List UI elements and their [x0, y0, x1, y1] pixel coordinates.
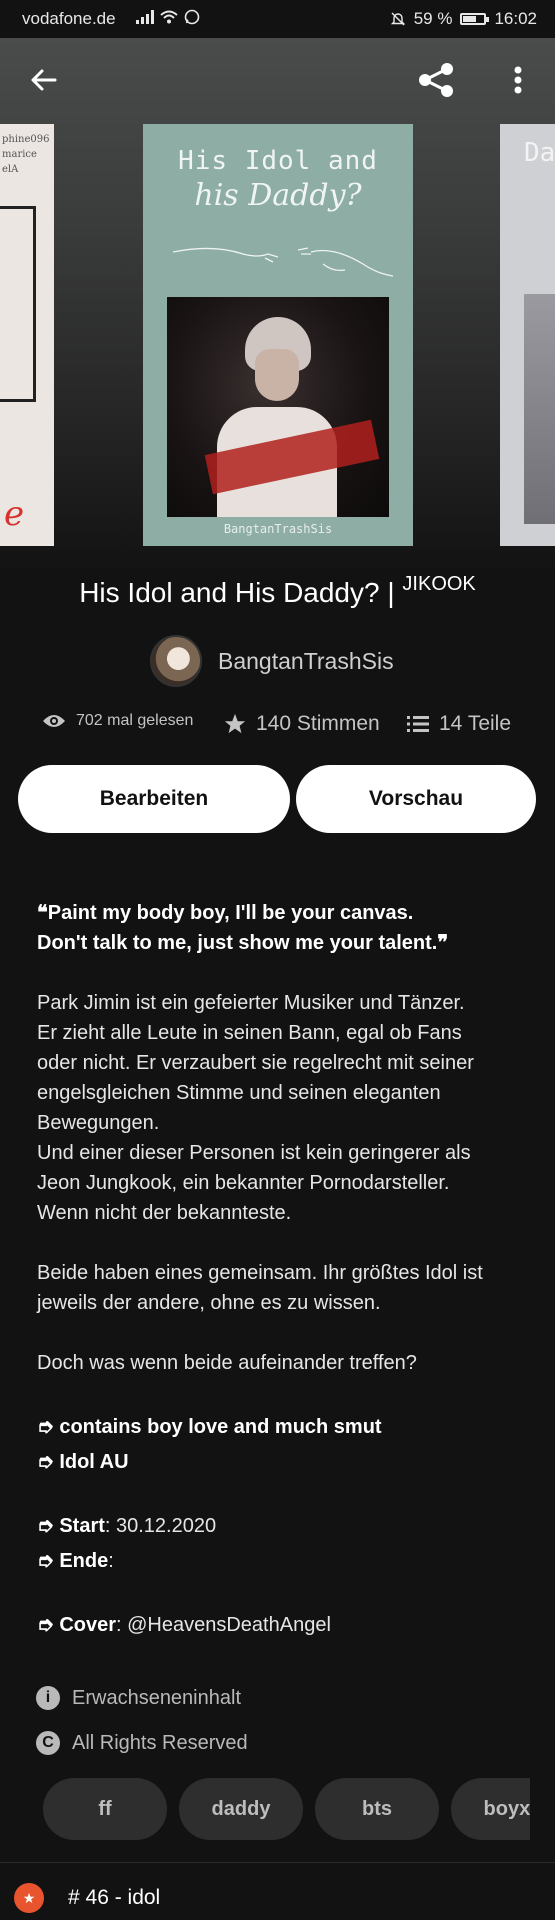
mature-content-label: i Erwachseneninhalt: [36, 1686, 241, 1710]
signal-icon: [136, 10, 154, 24]
tag-chip[interactable]: daddy: [179, 1778, 303, 1840]
wifi-icon: [160, 10, 178, 24]
cover-photo: [167, 297, 389, 517]
ranking-badge-icon: ★: [14, 1883, 44, 1913]
more-options-button[interactable]: [500, 60, 536, 100]
copyright-label: C All Rights Reserved: [36, 1731, 248, 1755]
info-icon: i: [36, 1686, 60, 1710]
parts-stat: 14 Teile: [407, 712, 511, 736]
preview-button[interactable]: Vorschau: [296, 765, 536, 833]
desc-line: engelsgleichen Stimme und seinen elegant…: [37, 1082, 441, 1104]
cover-next-photo: [524, 294, 555, 524]
votes-stat: 140 Stimmen: [224, 712, 380, 736]
eye-icon: [43, 715, 65, 727]
status-bar: vodafone.de 59 % 16:02: [0, 0, 555, 38]
ranking-text: # 46 - idol: [68, 1886, 161, 1909]
story-description: ❝Paint my body boy, I'll be your canvas.…: [37, 898, 527, 1640]
cover-previous-letter: e: [4, 494, 25, 534]
author-link[interactable]: BangtanTrashSis: [150, 635, 394, 687]
reads-stat: 702 mal gelesen: [42, 712, 193, 730]
quote-line-2: Don't talk to me, just show me your tale…: [37, 932, 449, 954]
cover-current[interactable]: His Idol and his Daddy? BangtanTrashSis: [143, 124, 413, 546]
desc-line: Doch was wenn beide aufeinander treffen?: [37, 1352, 417, 1374]
cover-title-line2: his Daddy?: [194, 178, 362, 213]
back-button[interactable]: [25, 62, 61, 98]
tag-chip[interactable]: ff: [43, 1778, 167, 1840]
cover-previous-text: phine096 marice elA: [2, 134, 50, 175]
desc-line: oder nicht. Er verzaubert sie regelrecht…: [37, 1052, 474, 1074]
share-icon: [419, 63, 453, 97]
author-name[interactable]: BangtanTrashSis: [218, 648, 394, 675]
copyright-icon: C: [36, 1731, 60, 1755]
tag-chip[interactable]: bts: [315, 1778, 439, 1840]
desc-line: Beide haben eines gemeinsam. Ihr größtes…: [37, 1262, 483, 1284]
arrow-left-icon: [31, 69, 57, 91]
story-title: His Idol and His Daddy? | JIKOOK: [79, 573, 476, 608]
clock: 16:02: [494, 9, 537, 28]
tag-list[interactable]: ff daddy bts boyxb: [0, 1778, 530, 1840]
desc-bullet: ➮ contains boy love and much smut: [37, 1416, 382, 1438]
tag-chip[interactable]: boyxb: [451, 1778, 530, 1840]
status-icons: [136, 9, 200, 25]
story-stats: 702 mal gelesen 140 Stimmen 14 Teile: [0, 712, 555, 742]
cover-next[interactable]: Da: [500, 124, 555, 546]
status-right: 59 % 16:02: [390, 9, 537, 29]
cover-previous-frame: [0, 206, 36, 402]
avatar[interactable]: [150, 635, 202, 687]
more-vert-icon: [514, 66, 522, 94]
cover-previous[interactable]: phine096 marice elA e: [0, 124, 54, 546]
star-icon: [224, 713, 246, 734]
share-button[interactable]: [412, 58, 460, 102]
cover-credit-line: ➮ Cover: @HeavensDeathAngel: [37, 1614, 331, 1636]
cover-next-letter: Da: [524, 138, 555, 168]
desc-line: Bewegungen.: [37, 1112, 160, 1134]
carrier-name: vodafone.de: [22, 9, 116, 28]
cover-title-line1: His Idol and: [178, 146, 378, 176]
list-icon: [407, 716, 429, 732]
start-line: ➮ Start: 30.12.2020: [37, 1515, 217, 1537]
desc-line: Wenn nicht der bekannteste.: [37, 1202, 292, 1224]
ranking-item[interactable]: ★ # 46 - idol: [14, 1883, 160, 1913]
quote-line-1: ❝Paint my body boy, I'll be your canvas.: [37, 902, 414, 924]
mute-bell-icon: [390, 12, 405, 26]
cover-author: BangtanTrashSis: [223, 522, 333, 536]
story-title-tag: JIKOOK: [402, 573, 476, 595]
edit-button[interactable]: Bearbeiten: [18, 765, 290, 833]
desc-line: Er zieht alle Leute in seinen Bann, egal…: [37, 1022, 462, 1044]
hands-illustration: [173, 247, 393, 277]
battery-icon: [460, 13, 490, 25]
desc-line: Und einer dieser Personen ist kein gerin…: [37, 1142, 471, 1164]
whatsapp-icon: [184, 9, 200, 25]
battery-percent: 59 %: [413, 9, 453, 28]
end-line: ➮ Ende:: [37, 1550, 114, 1572]
cover-carousel[interactable]: phine096 marice elA e His Idol and his Dad…: [0, 38, 555, 573]
desc-line: Park Jimin ist ein gefeierter Musiker un…: [37, 992, 465, 1014]
divider: [0, 1862, 555, 1863]
top-bar: [0, 38, 555, 118]
desc-bullet: ➮ Idol AU: [37, 1451, 129, 1473]
desc-line: jeweils der andere, ohne es zu wissen.: [37, 1292, 381, 1314]
desc-line: Jeon Jungkook, ein bekannter Pornodarste…: [37, 1172, 450, 1194]
